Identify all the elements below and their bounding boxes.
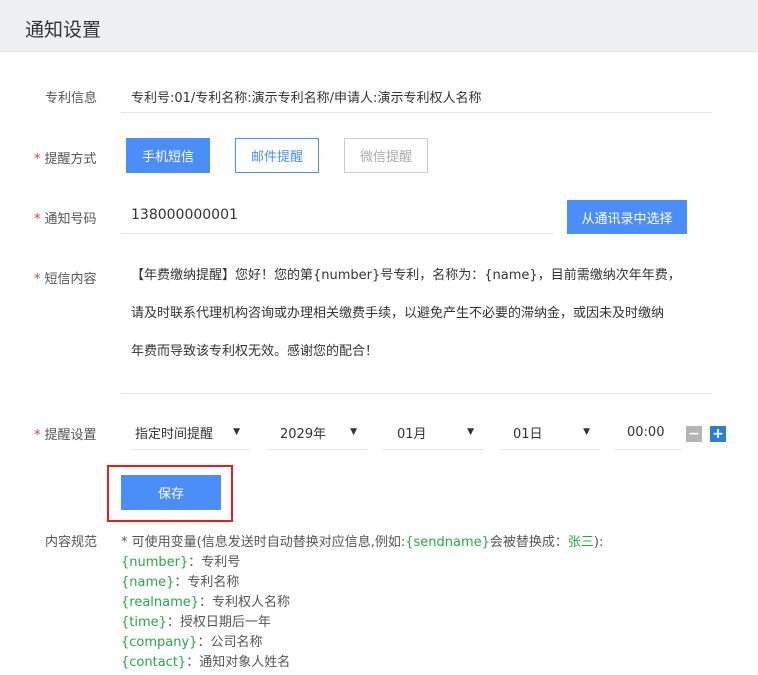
sms-content-textarea[interactable]: 【年费缴纳提醒】您好！您的第{number}号专利，名称为：{name}，目前需… xyxy=(131,257,716,371)
remind-setting-label-text: 提醒设置 xyxy=(44,428,97,443)
day-value: 01日 xyxy=(513,427,543,442)
minus-icon: − xyxy=(688,426,700,442)
wechat-option-button[interactable]: 微信提醒 xyxy=(344,138,428,173)
remind-method-label: * 提醒方式 xyxy=(34,148,97,167)
spec-intro-prefix: * 可使用变量(信息发送时自动替换对应信息,例如: xyxy=(121,535,406,550)
sms-content-line: 年费而导致该专利权无效。感谢您的配合！ xyxy=(131,344,379,359)
sms-option-button[interactable]: 手机短信 xyxy=(126,138,210,173)
sms-content-line: 【年费缴纳提醒】您好！您的第{number}号专利，名称为：{name}，目前需… xyxy=(131,268,681,283)
phone-number-underline xyxy=(121,233,553,234)
email-option-button[interactable]: 邮件提醒 xyxy=(235,138,319,173)
spec-description: ：授权日期后一年 xyxy=(166,615,271,630)
spec-intro-mid: 会被替换成： xyxy=(489,535,568,550)
spec-variable: {time} xyxy=(121,615,167,630)
spec-intro-var: {sendname} xyxy=(405,535,490,550)
time-value: 00:00 xyxy=(627,425,665,440)
phone-number-input[interactable]: 138000000001 xyxy=(131,207,238,223)
notify-number-label-text: 通知号码 xyxy=(44,212,97,227)
spec-description: ：专利号 xyxy=(188,555,241,570)
spec-variable: {number} xyxy=(121,555,189,570)
remind-mode-value: 指定时间提醒 xyxy=(135,427,214,442)
spec-description: ：公司名称 xyxy=(197,635,263,650)
chevron-down-icon: ▼ xyxy=(467,427,474,437)
day-select[interactable]: 01日 ▼ xyxy=(499,416,600,450)
spec-intro-suffix: ): xyxy=(593,535,604,550)
content-spec-intro: * 可使用变量(信息发送时自动替换对应信息,例如:{sendname}会被替换成… xyxy=(121,531,603,550)
required-mark: * xyxy=(34,428,41,443)
sms-content-underline xyxy=(121,393,712,394)
remind-method-label-text: 提醒方式 xyxy=(44,152,97,167)
patent-info-value: 专利号:01/专利名称:演示专利名称/申请人:演示专利权人名称 xyxy=(131,91,482,106)
spec-variable: {company} xyxy=(121,635,198,650)
spec-description: ：专利权人名称 xyxy=(199,595,291,610)
spec-variable: {name} xyxy=(121,575,175,590)
spec-item: {realname}：专利权人名称 xyxy=(121,591,290,610)
add-time-button[interactable]: + xyxy=(710,426,726,442)
select-from-contacts-button[interactable]: 从通讯录中选择 xyxy=(567,200,687,234)
chevron-down-icon: ▼ xyxy=(583,427,590,437)
spec-description: ：专利名称 xyxy=(174,575,240,590)
spec-item: {company}：公司名称 xyxy=(121,631,262,650)
page-title: 通知设置 xyxy=(25,19,102,41)
required-mark: * xyxy=(34,152,41,167)
sms-content-line: 请及时联系代理机构咨询或办理相关缴费手续，以避免产生不必要的滞纳金，或因未及时缴… xyxy=(131,306,665,321)
spec-variable: {contact} xyxy=(121,655,187,670)
remove-time-button[interactable]: − xyxy=(686,426,702,442)
spec-description: ：通知对象人姓名 xyxy=(186,655,291,670)
remind-setting-label: * 提醒设置 xyxy=(34,424,97,443)
spec-variable: {realname} xyxy=(121,595,200,610)
page-header: 通知设置 xyxy=(0,0,758,52)
patent-info-divider xyxy=(121,112,712,113)
required-mark: * xyxy=(34,272,41,287)
remind-mode-select[interactable]: 指定时间提醒 ▼ xyxy=(130,416,250,450)
spec-item: {name}：专利名称 xyxy=(121,571,239,590)
spec-item: {number}：专利号 xyxy=(121,551,240,570)
content-spec-label: 内容规范 xyxy=(45,535,98,550)
save-button[interactable]: 保存 xyxy=(121,475,221,510)
spec-item: {time}：授权日期后一年 xyxy=(121,611,271,630)
month-value: 01月 xyxy=(397,427,427,442)
sms-content-label: * 短信内容 xyxy=(34,268,97,287)
sms-content-label-text: 短信内容 xyxy=(44,272,97,287)
spec-item: {contact}：通知对象人姓名 xyxy=(121,651,290,670)
notify-number-label: * 通知号码 xyxy=(34,208,97,227)
month-select[interactable]: 01月 ▼ xyxy=(383,416,484,450)
spec-intro-example: 张三 xyxy=(567,535,594,550)
required-mark: * xyxy=(34,212,41,227)
plus-icon: + xyxy=(712,426,724,442)
patent-info-label: 专利信息 xyxy=(45,91,98,106)
year-select[interactable]: 2029年 ▼ xyxy=(266,416,367,450)
chevron-down-icon: ▼ xyxy=(350,427,357,437)
time-input[interactable]: 00:00 xyxy=(615,416,681,450)
chevron-down-icon: ▼ xyxy=(233,427,240,437)
year-value: 2029年 xyxy=(280,427,327,442)
